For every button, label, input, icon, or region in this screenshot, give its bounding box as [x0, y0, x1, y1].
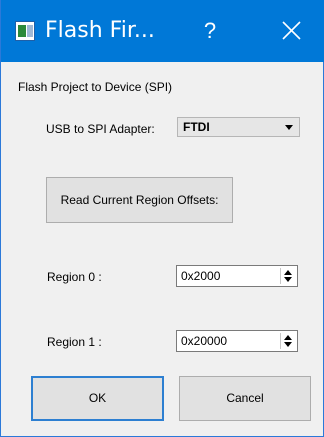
- adapter-selected-value: FTDI: [183, 120, 210, 134]
- region0-spinbox[interactable]: 0x2000: [176, 265, 298, 287]
- close-icon: [282, 21, 301, 40]
- region0-input[interactable]: 0x2000: [181, 269, 220, 283]
- spin-up-icon[interactable]: [284, 335, 292, 340]
- title-bar[interactable]: Flash Fir... ?: [1, 0, 324, 62]
- spin-down-icon[interactable]: [284, 342, 292, 347]
- window-title: Flash Fir...: [45, 18, 155, 43]
- spin-down-icon[interactable]: [284, 277, 292, 282]
- ok-button[interactable]: OK: [31, 376, 164, 421]
- region1-label: Region 1 :: [47, 335, 102, 349]
- read-region-offsets-button[interactable]: Read Current Region Offsets:: [46, 177, 233, 223]
- spin-up-icon[interactable]: [284, 270, 292, 275]
- dialog-heading: Flash Project to Device (SPI): [18, 80, 173, 94]
- close-button[interactable]: [271, 12, 311, 50]
- region0-spin-arrows[interactable]: [280, 268, 295, 284]
- chevron-down-icon: [285, 125, 293, 130]
- region1-spin-arrows[interactable]: [280, 333, 295, 349]
- app-icon: [15, 21, 35, 41]
- adapter-select[interactable]: FTDI: [177, 117, 300, 137]
- help-button[interactable]: ?: [193, 12, 227, 50]
- cancel-button[interactable]: Cancel: [179, 376, 311, 421]
- region1-input[interactable]: 0x20000: [181, 334, 227, 348]
- flash-firmware-dialog: Flash Fir... ? Flash Project to Device (…: [0, 0, 324, 437]
- region0-label: Region 0 :: [47, 270, 102, 284]
- adapter-label: USB to SPI Adapter:: [46, 122, 155, 136]
- region1-spinbox[interactable]: 0x20000: [176, 330, 298, 352]
